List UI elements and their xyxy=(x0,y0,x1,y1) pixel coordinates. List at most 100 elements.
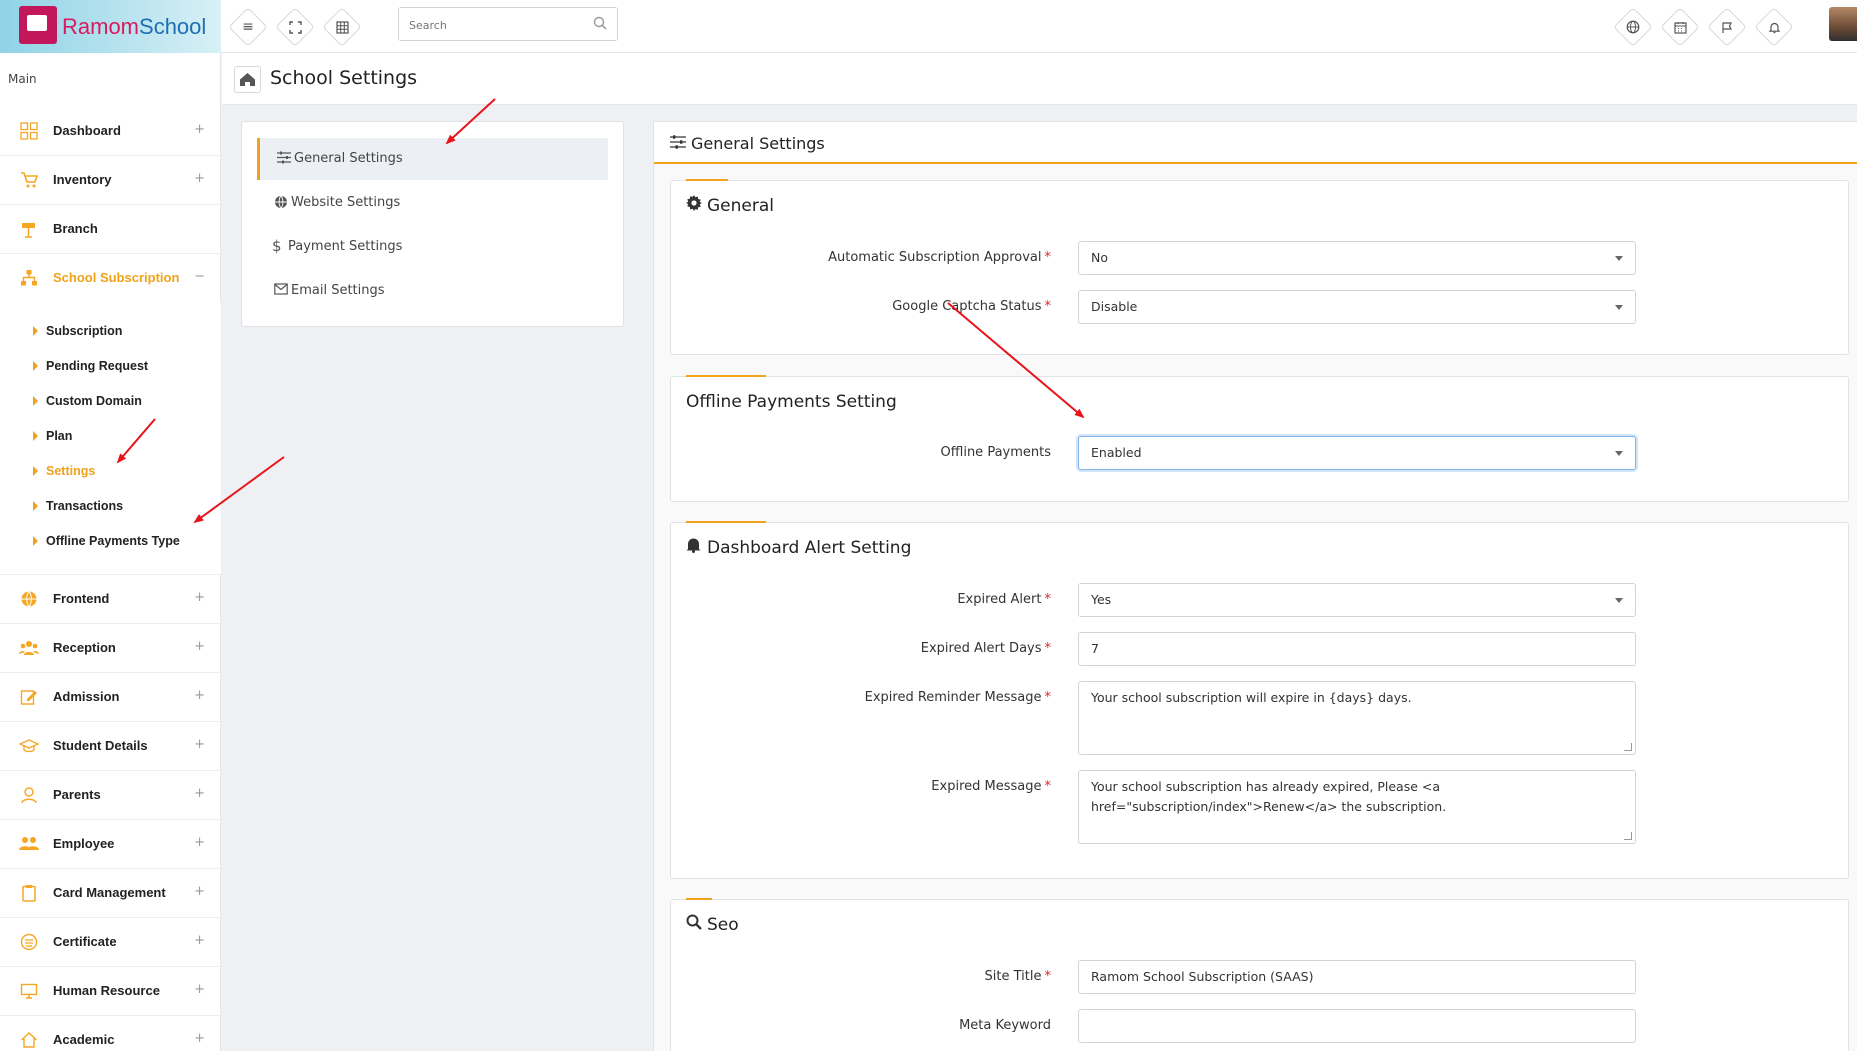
submenu-item-transactions[interactable]: Transactions xyxy=(0,490,221,525)
field-label: Google Captcha Status * xyxy=(892,299,1051,314)
bell-icon xyxy=(686,537,703,557)
submenu-item-offline-payments-type[interactable]: Offline Payments Type xyxy=(0,525,221,560)
sidebar: Main Dashboard + Inventory + Branch Scho… xyxy=(0,53,221,1051)
sidebar-item-academic[interactable]: Academic + xyxy=(0,1016,221,1051)
caret-right-icon xyxy=(33,536,38,546)
dashboard-icon xyxy=(19,122,39,140)
top-bar: RamomSchool ≡ xyxy=(0,0,1857,53)
menu-toggle-button[interactable]: ≡ xyxy=(228,7,268,47)
offline-payments-section: Offline Payments Setting Offline Payment… xyxy=(670,375,1849,502)
caret-right-icon xyxy=(33,326,38,336)
caret-right-icon xyxy=(33,361,38,371)
sliders-icon xyxy=(670,135,686,149)
expired-alert-select[interactable]: Yes xyxy=(1078,583,1636,617)
field-label: Expired Alert Days * xyxy=(920,641,1051,656)
expand-icon: + xyxy=(194,933,205,948)
expand-icon: + xyxy=(194,982,205,997)
field-label: Site Title * xyxy=(984,969,1051,984)
sidebar-item-certificate[interactable]: Certificate + xyxy=(0,918,221,967)
expired-alert-row: Expired Alert * Yes xyxy=(671,583,1848,617)
user-avatar[interactable] xyxy=(1829,7,1857,41)
submenu-item-plan[interactable]: Plan xyxy=(0,420,221,455)
settings-tab-payment[interactable]: $ Payment Settings xyxy=(257,226,608,268)
sidebar-item-dashboard[interactable]: Dashboard + xyxy=(0,107,221,156)
sidebar-item-parents[interactable]: Parents + xyxy=(0,771,221,820)
field-label: Offline Payments xyxy=(940,445,1051,460)
sidebar-item-admission[interactable]: Admission + xyxy=(0,673,221,722)
submenu-item-pending-request[interactable]: Pending Request xyxy=(0,350,221,385)
automatic-approval-select[interactable]: No xyxy=(1078,241,1636,275)
fullscreen-button[interactable] xyxy=(275,7,315,47)
sidebar-item-employee[interactable]: Employee + xyxy=(0,820,221,869)
home-icon xyxy=(19,1031,39,1049)
sidebar-item-branch[interactable]: Branch xyxy=(0,205,221,254)
calendar-icon xyxy=(1667,14,1693,40)
expired-message-row: Expired Message * Your school subscriptio… xyxy=(671,770,1848,844)
automatic-approval-row: Automatic Subscription Approval * No xyxy=(671,241,1848,275)
clipboard-icon xyxy=(19,884,39,902)
caret-right-icon xyxy=(33,466,38,476)
user-icon xyxy=(19,786,39,804)
captcha-status-select[interactable]: Disable xyxy=(1078,290,1636,324)
sidebar-item-card-management[interactable]: Card Management + xyxy=(0,869,221,918)
settings-menu: General Settings Website Settings $ Paym… xyxy=(241,121,624,327)
search-box[interactable] xyxy=(398,7,618,41)
expired-message-textarea[interactable]: Your school subscription has already exp… xyxy=(1078,770,1636,844)
panel-header: General Settings xyxy=(654,122,1857,164)
sidebar-item-school-subscription[interactable]: School Subscription − xyxy=(0,254,221,303)
general-settings-panel: General Settings General Automatic Subsc… xyxy=(653,121,1857,1051)
sidebar-item-frontend[interactable]: Frontend + xyxy=(0,575,221,624)
expired-reminder-row: Expired Reminder Message * Your school su… xyxy=(671,681,1848,755)
bell-icon xyxy=(1761,14,1787,40)
monitor-icon xyxy=(19,982,39,1000)
globe-icon xyxy=(19,590,39,608)
section-title: General xyxy=(686,195,774,216)
submenu-item-subscription[interactable]: Subscription xyxy=(0,315,221,350)
calendar-button[interactable] xyxy=(1660,7,1700,47)
sidebar-item-inventory[interactable]: Inventory + xyxy=(0,156,221,205)
sidebar-nav: Dashboard + Inventory + Branch School Su… xyxy=(0,107,221,1051)
section-title: Offline Payments Setting xyxy=(686,392,897,412)
grid-icon xyxy=(329,14,355,40)
expand-icon: + xyxy=(194,835,205,850)
submenu-item-custom-domain[interactable]: Custom Domain xyxy=(0,385,221,420)
home-button[interactable] xyxy=(234,66,261,93)
expand-icon: + xyxy=(194,171,205,186)
general-section: General Automatic Subscription Approval *… xyxy=(670,179,1849,355)
notifications-button[interactable] xyxy=(1754,7,1794,47)
certificate-icon xyxy=(19,933,39,951)
sidebar-item-human-resource[interactable]: Human Resource + xyxy=(0,967,221,1016)
sidebar-item-reception[interactable]: Reception + xyxy=(0,624,221,673)
apps-grid-button[interactable] xyxy=(322,7,362,47)
envelope-icon xyxy=(274,283,288,297)
site-title-input[interactable]: Ramom School Subscription (SAAS) xyxy=(1078,960,1636,994)
offline-payments-select[interactable]: Enabled xyxy=(1078,436,1636,470)
globe-icon xyxy=(1620,14,1646,40)
graduation-icon xyxy=(18,737,40,755)
expand-icon: + xyxy=(194,639,205,654)
home-icon xyxy=(240,73,255,86)
subscription-submenu: Subscription Pending Request Custom Doma… xyxy=(0,303,221,575)
offline-payments-row: Offline Payments Enabled xyxy=(671,436,1848,470)
expand-icon: + xyxy=(194,786,205,801)
collapse-icon: − xyxy=(194,269,205,284)
expand-icon: + xyxy=(194,590,205,605)
settings-tab-general[interactable]: General Settings xyxy=(257,138,608,180)
expired-alert-days-input[interactable]: 7 xyxy=(1078,632,1636,666)
search-icon xyxy=(686,914,703,934)
page-title: School Settings xyxy=(270,67,418,89)
settings-tab-email[interactable]: Email Settings xyxy=(257,270,608,312)
brand-logo[interactable]: RamomSchool xyxy=(0,0,221,53)
sidebar-item-student-details[interactable]: Student Details + xyxy=(0,722,221,771)
field-label: Automatic Subscription Approval * xyxy=(828,250,1051,265)
expired-reminder-textarea[interactable]: Your school subscription will expire in … xyxy=(1078,681,1636,755)
search-input[interactable] xyxy=(409,15,579,35)
flag-button[interactable] xyxy=(1707,7,1747,47)
submenu-item-settings[interactable]: Settings xyxy=(0,455,221,490)
meta-keyword-input[interactable] xyxy=(1078,1009,1636,1043)
expand-icon: + xyxy=(194,688,205,703)
caret-right-icon xyxy=(33,501,38,511)
language-button[interactable] xyxy=(1613,7,1653,47)
dollar-icon: $ xyxy=(272,237,282,255)
settings-tab-website[interactable]: Website Settings xyxy=(257,182,608,224)
